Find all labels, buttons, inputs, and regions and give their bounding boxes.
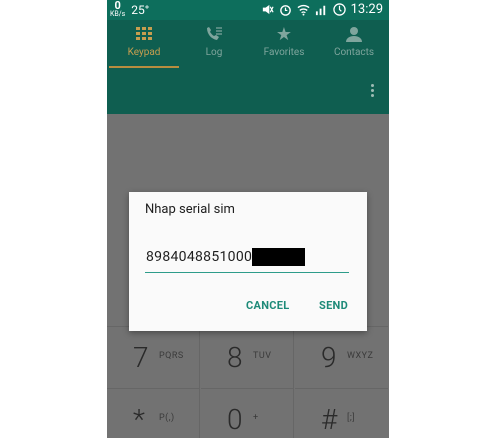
- tab-log[interactable]: Log: [179, 20, 249, 70]
- star-icon: ★: [275, 24, 293, 45]
- active-tab-indicator: [109, 66, 179, 68]
- tab-keypad[interactable]: Keypad: [109, 20, 179, 70]
- serial-sim-dialog: Nhap serial sim 8984048851000 CANCEL SEN…: [129, 192, 367, 331]
- tab-log-label: Log: [205, 47, 223, 58]
- tab-favorites[interactable]: ★ Favorites: [249, 20, 319, 70]
- key-letters: [;]: [347, 413, 356, 423]
- wifi-icon: [297, 4, 310, 16]
- contact-icon: [319, 26, 389, 44]
- mute-icon: [262, 4, 274, 15]
- alarm-icon: [279, 5, 291, 16]
- tab-favorites-label: Favorites: [263, 47, 305, 58]
- tab-keypad-label: Keypad: [127, 47, 161, 58]
- network-speed-unit: KB/s: [110, 10, 126, 18]
- serial-input-value: 8984048851000: [146, 249, 253, 265]
- key-8[interactable]: 8 TUV: [201, 326, 294, 388]
- key-hash[interactable]: # [;]: [295, 388, 388, 438]
- key-letters: TUV: [253, 351, 272, 361]
- more-options-icon[interactable]: [371, 84, 375, 99]
- key-star[interactable]: * P(,): [107, 388, 200, 438]
- key-digit: *: [133, 403, 145, 436]
- key-digit: 8: [227, 341, 243, 374]
- key-letters: P(,): [159, 413, 175, 423]
- redaction-block: [252, 248, 305, 266]
- key-digit: 7: [133, 341, 149, 374]
- temperature: 25°: [131, 2, 150, 17]
- send-button[interactable]: SEND: [319, 299, 348, 312]
- key-letters: +: [253, 413, 259, 423]
- key-letters: PQRS: [159, 351, 184, 361]
- key-9[interactable]: 9 WXYZ: [295, 326, 388, 388]
- key-0[interactable]: 0 +: [201, 388, 294, 438]
- key-letters: WXYZ: [347, 351, 374, 361]
- keypad-icon: [109, 26, 179, 44]
- dialog-title: Nhap serial sim: [145, 202, 235, 217]
- key-digit: 9: [321, 341, 337, 374]
- network-speed: 0 KB/s: [110, 0, 126, 18]
- battery-icon: [332, 3, 346, 16]
- key-digit: 0: [227, 403, 243, 436]
- app-header: Keypad Log ★ Favorites Contacts: [107, 20, 389, 114]
- status-bar: 0 KB/s 25° 13:29: [107, 0, 389, 20]
- key-7[interactable]: 7 PQRS: [107, 326, 200, 388]
- serial-input[interactable]: 8984048851000: [145, 248, 349, 273]
- log-icon: [179, 26, 249, 44]
- key-digit: #: [321, 403, 338, 436]
- tab-contacts-label: Contacts: [333, 47, 375, 58]
- clock: 13:29: [350, 2, 383, 17]
- cancel-button[interactable]: CANCEL: [246, 299, 290, 312]
- tab-contacts[interactable]: Contacts: [319, 20, 389, 70]
- signal-icon: [315, 5, 325, 16]
